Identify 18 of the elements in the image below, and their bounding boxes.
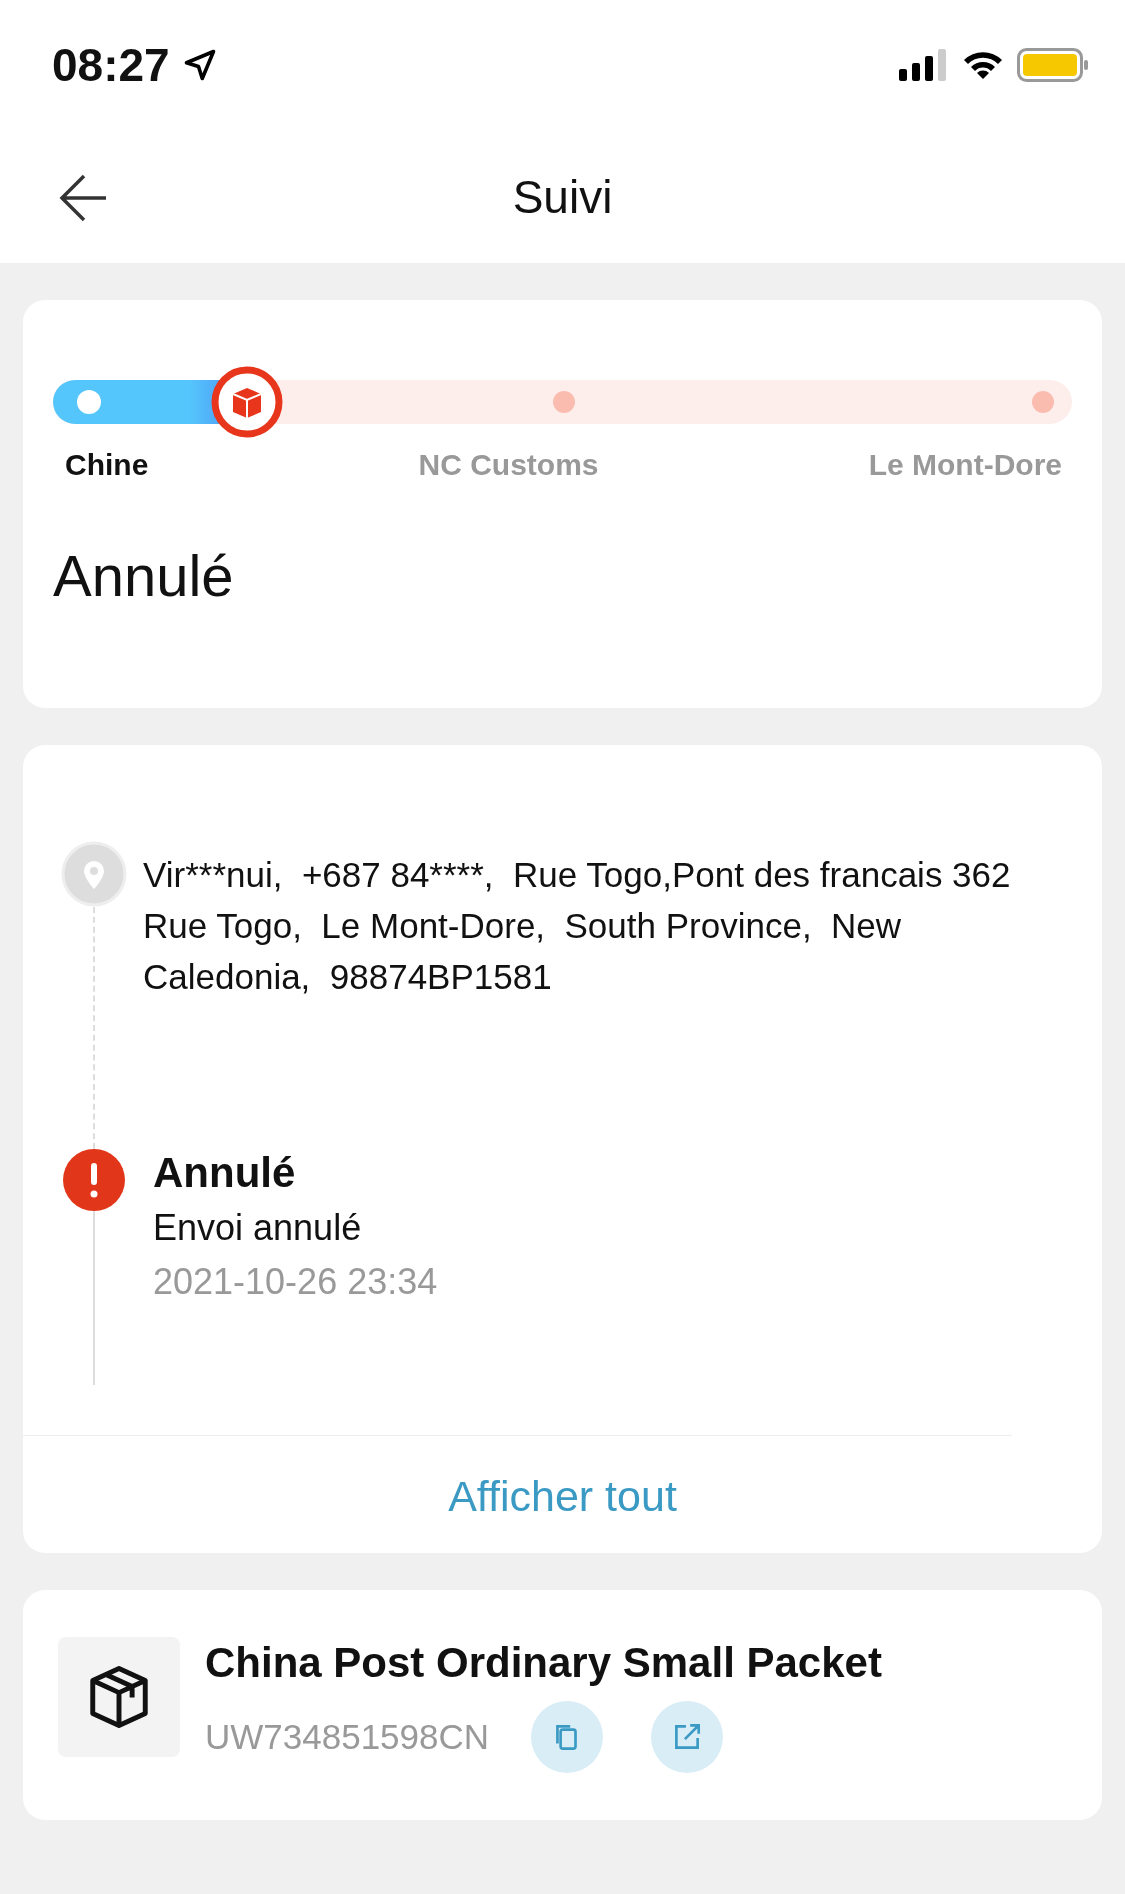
signal-icon	[899, 49, 949, 81]
stop-label: Chine	[65, 448, 149, 482]
tracking-number: UW734851598CN	[205, 1717, 490, 1757]
stop-label: Le Mont-Dore	[868, 448, 1062, 482]
event-title: Annulé	[153, 1149, 297, 1197]
stop-label: NC Customs	[418, 448, 599, 482]
shipment-status: Annulé	[53, 542, 235, 609]
battery-icon	[1017, 48, 1089, 82]
delivery-address: Vir***nui, +687 84****, Rue Togo,Pont des francais 362 Rue Togo, Le Mont-Dore, South Province, New Caledonia, 98874BP1581	[143, 854, 1012, 998]
show-all-link[interactable]: Afficher tout	[448, 1472, 677, 1553]
package-marker-icon	[210, 366, 283, 438]
event-time: 2021-10-26 23:34	[153, 1261, 438, 1303]
exclamation-icon	[63, 1149, 125, 1211]
event-detail: Envoi annulé	[153, 1207, 363, 1249]
package-icon	[58, 1637, 180, 1757]
carrier-name: China Post Ordinary Small Packet	[205, 1639, 882, 1687]
status-time: 08:27	[52, 38, 170, 92]
page-title: Suivi	[512, 169, 613, 224]
